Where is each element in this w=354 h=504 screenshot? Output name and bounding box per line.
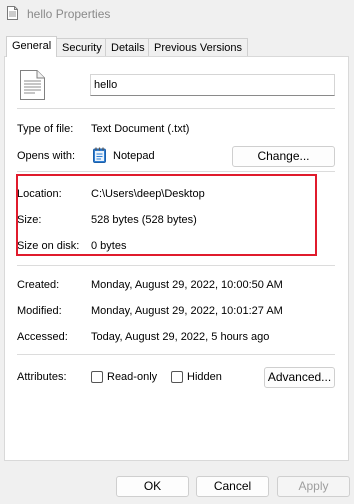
cancel-button[interactable]: Cancel	[196, 476, 269, 497]
file-name-field[interactable]: hello	[90, 74, 335, 96]
tab-security[interactable]: Security	[56, 38, 108, 56]
opens-with-value: Notepad	[113, 150, 155, 162]
divider	[17, 171, 335, 172]
read-only-label: Read-only	[107, 371, 158, 383]
accessed-value: Today, August 29, 2022, 5 hours ago	[91, 331, 270, 343]
text-file-icon	[7, 6, 18, 20]
highlight-annotation	[16, 174, 317, 256]
title-bar: hello Properties	[0, 0, 354, 28]
attributes-label: Attributes:	[17, 371, 67, 383]
text-document-icon	[20, 70, 45, 100]
type-of-file-value: Text Document (.txt)	[91, 123, 190, 135]
modified-value: Monday, August 29, 2022, 10:01:27 AM	[91, 305, 283, 317]
hidden-label: Hidden	[187, 371, 222, 383]
divider	[17, 265, 335, 266]
tab-details[interactable]: Details	[105, 38, 151, 56]
type-of-file-label: Type of file:	[17, 123, 74, 135]
modified-label: Modified:	[17, 305, 62, 317]
read-only-checkbox[interactable]	[91, 371, 103, 383]
tab-general[interactable]: General	[6, 36, 58, 57]
advanced-button[interactable]: Advanced...	[264, 367, 335, 388]
created-value: Monday, August 29, 2022, 10:00:50 AM	[91, 279, 283, 291]
window-title: hello Properties	[27, 7, 111, 21]
general-panel	[4, 56, 349, 461]
notepad-icon	[93, 147, 106, 163]
tab-previous-versions[interactable]: Previous Versions	[148, 38, 249, 56]
divider	[17, 108, 335, 109]
ok-button[interactable]: OK	[116, 476, 189, 497]
change-button[interactable]: Change...	[232, 146, 335, 167]
divider	[17, 354, 335, 355]
accessed-label: Accessed:	[17, 331, 68, 343]
opens-with-label: Opens with:	[17, 150, 76, 162]
apply-button[interactable]: Apply	[277, 476, 350, 497]
hidden-checkbox[interactable]	[171, 371, 183, 383]
created-label: Created:	[17, 279, 60, 291]
